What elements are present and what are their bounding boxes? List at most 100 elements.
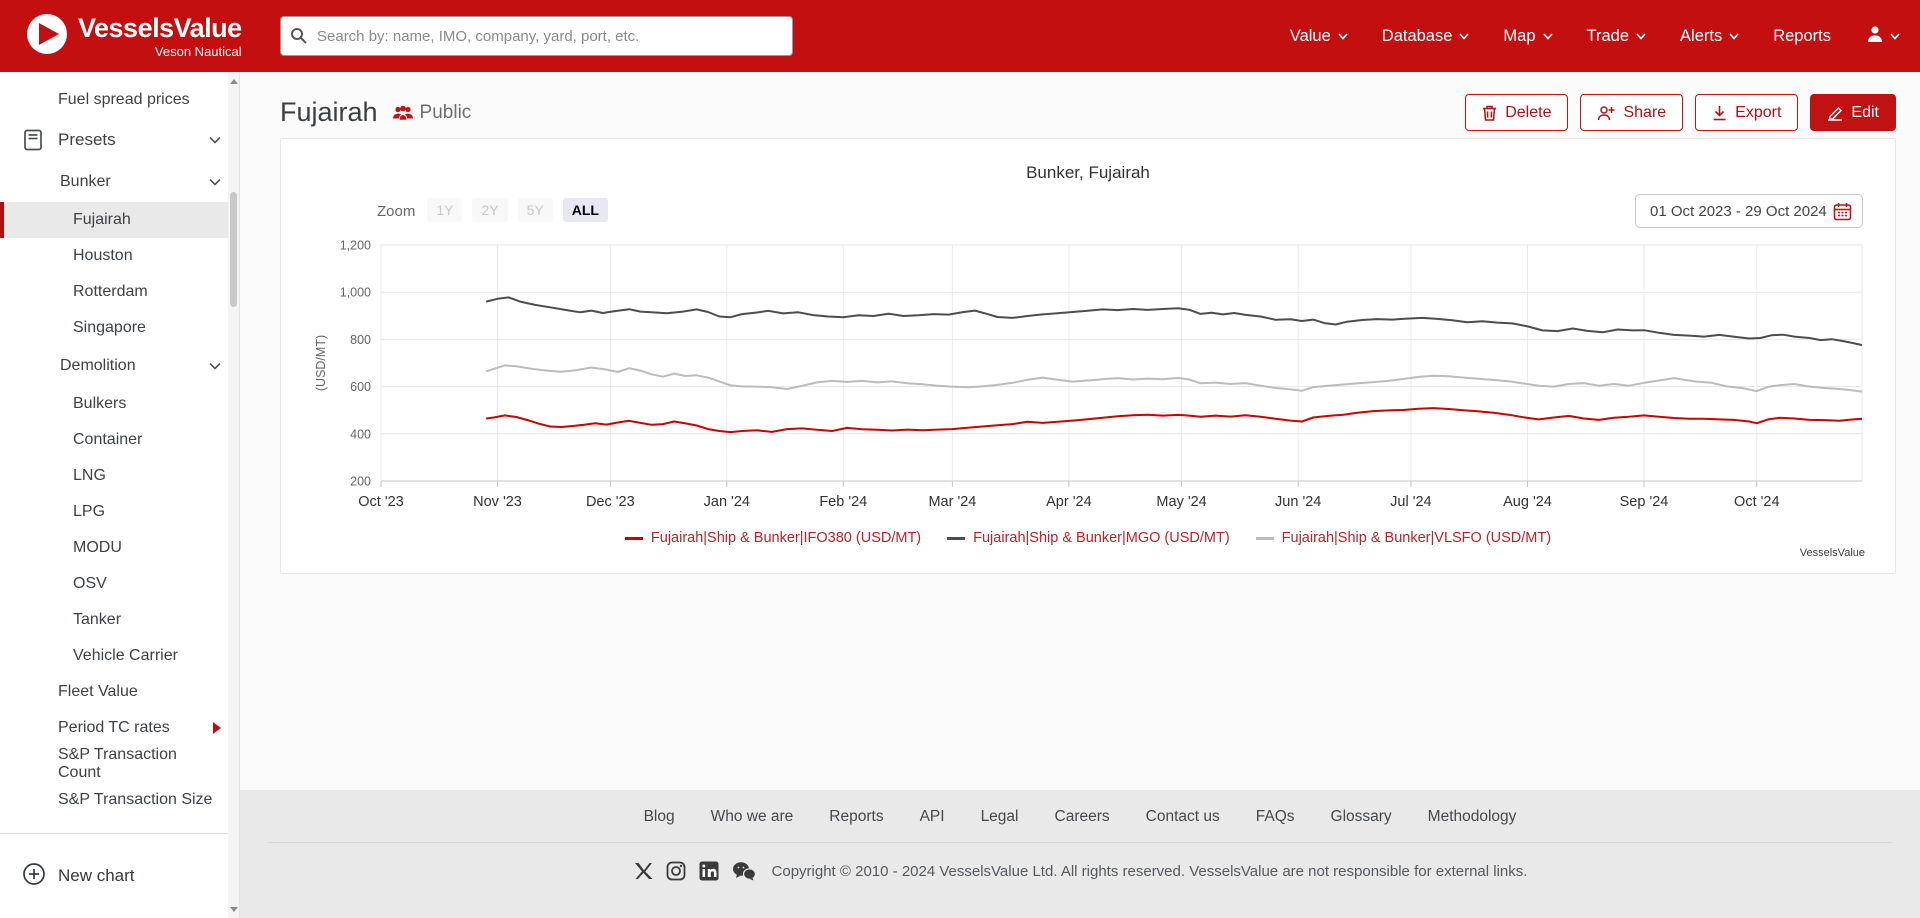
delete-button[interactable]: Delete [1465, 94, 1569, 131]
scrollbar-thumb[interactable] [230, 192, 237, 307]
chart-legend: Fujairah|Ship & Bunker|IFO380 (USD/MT) Fu… [281, 530, 1895, 546]
zoom-button-2y[interactable]: 2Y [472, 198, 508, 222]
sidebar-item-label: S&P Transaction Count [58, 746, 177, 781]
sidebar-item-period-tc-rates[interactable]: Period TC rates [0, 710, 239, 746]
footer-link-api[interactable]: API [920, 808, 945, 826]
sidebar-list: Fuel spread prices Presets Bunker Fujairah H… [0, 72, 239, 818]
legend-dash-icon [1255, 536, 1274, 540]
legend-item-ifo380-usd-mt[interactable]: Fujairah|Ship & Bunker|IFO380 (USD/MT) [624, 530, 921, 546]
sidebar-item-label: Bunker [60, 173, 111, 190]
share-button[interactable]: Share [1580, 94, 1684, 131]
wechat-icon[interactable] [732, 861, 756, 881]
brand-name: VesselsValue [78, 12, 242, 43]
zoom-button-all[interactable]: ALL [562, 198, 608, 222]
chart-controls: Zoom 1Y 2Y 5Y ALL 01 Oct 2023 - 29 Oct 2024 [281, 194, 1895, 228]
account-menu[interactable] [1865, 24, 1900, 49]
x-twitter-icon[interactable] [633, 861, 653, 881]
sidebar-item-label: Vehicle Carrier [73, 647, 178, 664]
date-range-picker[interactable]: 01 Oct 2023 - 29 Oct 2024 [1635, 194, 1863, 228]
scroll-down-arrow[interactable] [228, 902, 239, 916]
sidebar-item-fleet-value[interactable]: Fleet Value [0, 674, 239, 710]
instagram-icon[interactable] [666, 861, 686, 881]
new-chart-button[interactable]: New chart [0, 834, 239, 918]
chart-watermark: VesselsValue [1799, 547, 1865, 559]
sidebar-item-singapore[interactable]: Singapore [0, 310, 239, 346]
sidebar-item-label: LNG [73, 467, 106, 484]
sidebar-item-vehicle-carrier[interactable]: Vehicle Carrier [0, 638, 239, 674]
svg-text:Oct '23: Oct '23 [358, 494, 403, 510]
sidebar-item-bulkers[interactable]: Bulkers [0, 386, 239, 422]
top-nav: Value Database Map Trade Alerts Reports [1290, 0, 1900, 72]
sidebar-item-osv[interactable]: OSV [0, 566, 239, 602]
sidebar-item-presets[interactable]: Presets [0, 118, 239, 162]
sidebar-item-houston[interactable]: Houston [0, 238, 239, 274]
sidebar-item-bunker[interactable]: Bunker [0, 162, 239, 202]
group-icon [392, 105, 413, 120]
footer-links: Blog Who we are Reports API Legal Careers Cont… [240, 790, 1920, 826]
sidebar-item-label: Houston [73, 247, 133, 264]
zoom-button-5y[interactable]: 5Y [517, 198, 553, 222]
social-icons [633, 861, 756, 881]
sidebar-item-label: Period TC rates [58, 719, 170, 736]
svg-text:Sep '24: Sep '24 [1620, 494, 1669, 510]
sidebar-item-s-p-transaction-count[interactable]: S&P Transaction Count [0, 746, 239, 782]
brand-logo[interactable]: VesselsValue Veson Nautical [26, 13, 242, 60]
edit-button[interactable]: Edit [1810, 94, 1896, 131]
sidebar-item-container[interactable]: Container [0, 422, 239, 458]
sidebar-item-tanker[interactable]: Tanker [0, 602, 239, 638]
footer-link-glossary[interactable]: Glossary [1331, 808, 1392, 826]
red-arrow-right-icon [213, 722, 221, 734]
chart-plot-area: 200 400 600 800 1,000 1,200 Oct '23 Nov '23 Dec … [281, 231, 1895, 524]
person-plus-icon [1598, 105, 1615, 120]
brand-subtitle: Veson Nautical [154, 43, 242, 59]
chevron-down-icon [209, 362, 221, 370]
zoom-button-1y[interactable]: 1Y [427, 198, 463, 222]
sidebar-item-lpg[interactable]: LPG [0, 494, 239, 530]
footer-link-faqs[interactable]: FAQs [1256, 808, 1295, 826]
chevron-down-icon [209, 136, 221, 144]
footer-link-reports[interactable]: Reports [829, 808, 883, 826]
nav-item-value[interactable]: Value [1290, 27, 1348, 46]
sidebar-item-label: LPG [73, 503, 106, 520]
sidebar-item-label: Tanker [73, 611, 122, 628]
nav-item-map[interactable]: Map [1503, 27, 1553, 46]
nav-item-trade[interactable]: Trade [1587, 27, 1647, 46]
sidebar-item-rotterdam[interactable]: Rotterdam [0, 274, 239, 310]
sidebar-item-label: Presets [58, 130, 116, 149]
footer-link-careers[interactable]: Careers [1055, 808, 1110, 826]
chevron-down-icon [1542, 32, 1553, 40]
sidebar-item-fuel-spread-prices[interactable]: Fuel spread prices [0, 82, 239, 118]
export-button[interactable]: Export [1695, 94, 1799, 131]
legend-item-mgo-usd-mt[interactable]: Fujairah|Ship & Bunker|MGO (USD/MT) [947, 530, 1230, 546]
svg-text:800: 800 [350, 333, 371, 347]
legend-dash-icon [947, 536, 966, 540]
footer-link-blog[interactable]: Blog [644, 808, 675, 826]
footer-link-contact-us[interactable]: Contact us [1146, 808, 1220, 826]
nav-item-reports[interactable]: Reports [1773, 27, 1831, 46]
footer-bottom: Copyright © 2010 - 2024 VesselsValue Ltd… [240, 861, 1920, 881]
search-input[interactable] [280, 16, 793, 56]
footer-link-methodology[interactable]: Methodology [1428, 808, 1517, 826]
new-chart-label: New chart [58, 866, 135, 885]
sidebar-item-lng[interactable]: LNG [0, 458, 239, 494]
sidebar-item-fujairah[interactable]: Fujairah [0, 202, 239, 238]
chart-title: Bunker, Fujairah [1026, 163, 1150, 182]
legend-item-vlsfo-usd-mt[interactable]: Fujairah|Ship & Bunker|VLSFO (USD/MT) [1255, 530, 1551, 546]
linkedin-icon[interactable] [699, 861, 719, 881]
vesselsvalue-logo-icon [26, 13, 68, 60]
scroll-up-arrow[interactable] [228, 74, 239, 88]
footer-link-legal[interactable]: Legal [981, 808, 1019, 826]
sidebar-item-modu[interactable]: MODU [0, 530, 239, 566]
visibility-label: Public [419, 101, 472, 123]
svg-text:Nov '23: Nov '23 [473, 494, 522, 510]
svg-text:600: 600 [350, 380, 371, 394]
svg-text:1,200: 1,200 [340, 239, 371, 253]
nav-item-database[interactable]: Database [1382, 27, 1470, 46]
action-buttons: Delete Share Export Edit [1465, 94, 1896, 131]
nav-item-alerts[interactable]: Alerts [1680, 27, 1739, 46]
footer-link-who-we-are[interactable]: Who we are [711, 808, 794, 826]
app-header: VesselsValue Veson Nautical Value Databas… [0, 0, 1920, 72]
sidebar-item-demolition[interactable]: Demolition [0, 346, 239, 386]
sidebar-item-s-p-transaction-size[interactable]: S&P Transaction Size [0, 782, 239, 818]
sidebar-item-label: Demolition [60, 357, 136, 374]
